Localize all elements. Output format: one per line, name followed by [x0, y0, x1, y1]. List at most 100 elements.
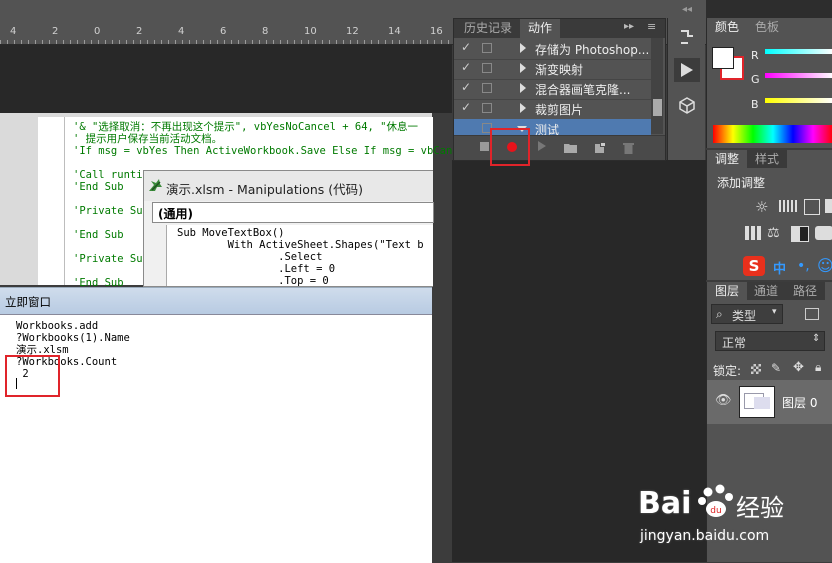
ruler-tick-label: 2: [136, 26, 143, 37]
ruler-tick-label: 8: [262, 26, 269, 37]
checkmark-icon[interactable]: ✓: [461, 40, 471, 54]
sogou-ime-icon[interactable]: S: [743, 256, 765, 276]
collapse-icon[interactable]: ◂◂: [682, 4, 692, 15]
channel-r-label: R: [751, 49, 759, 62]
filter-image-icon[interactable]: [805, 308, 819, 320]
immediate-window[interactable]: Workbooks.add ?Workbooks(1).Name 演示.xlsm ?W…: [0, 314, 432, 563]
new-action-icon[interactable]: [594, 142, 606, 157]
highlight-box-record: [490, 128, 530, 166]
dialog-toggle-icon[interactable]: [482, 43, 492, 53]
ruler-tick-label: 0: [94, 26, 101, 37]
action-item[interactable]: ✓ 渐变映射: [454, 59, 651, 80]
ime-punct-icon[interactable]: •,: [797, 258, 810, 274]
ruler-tick-label: 14: [388, 26, 401, 37]
trash-icon[interactable]: [623, 142, 634, 157]
3d-cube-icon[interactable]: [674, 96, 700, 120]
watermark-brand-cn: 经验: [736, 494, 784, 522]
vba-module-icon: [148, 178, 163, 196]
stop-icon[interactable]: [480, 142, 489, 151]
triangle-right-icon[interactable]: [520, 63, 526, 73]
immediate-line: Workbooks.add: [16, 320, 99, 332]
actions-panel[interactable]: 历史记录 动作 ▸▸ ≡ ✓ 存储为 Photoshop... ✓ 渐变映射 ✓ 混合器画…: [453, 18, 666, 161]
adjustments-heading: 添加调整: [717, 176, 766, 190]
ruler-tick-label: 10: [304, 26, 317, 37]
tab-history[interactable]: 历史记录: [458, 19, 518, 38]
chevron-updown-icon: ⇕: [812, 333, 821, 344]
color-spectrum[interactable]: [713, 125, 832, 143]
object-combo[interactable]: (通用): [152, 202, 434, 223]
lock-move-icon[interactable]: ✥: [793, 360, 804, 375]
actions-play-icon[interactable]: [674, 58, 700, 82]
adjustments-panel[interactable]: 调整 样式 添加调整 ☼ ⚖ S 中 •, ☺: [706, 150, 832, 280]
lock-brush-icon[interactable]: ✎: [771, 361, 781, 375]
action-item-label: 裁剪图片: [535, 103, 584, 117]
folder-icon[interactable]: [564, 142, 577, 156]
code-window-editor[interactable]: Sub MoveTextBox() With ActiveSheet.Shape…: [166, 225, 433, 287]
panel-header-bar: [706, 0, 832, 18]
watermark-url: jingyan.baidu.com: [640, 528, 770, 544]
actions-scrollbar[interactable]: [651, 38, 663, 134]
action-item[interactable]: ✓ 裁剪图片: [454, 99, 651, 120]
ruler-tick-label: 16: [430, 26, 443, 37]
channel-g-slider[interactable]: [765, 73, 832, 78]
foreground-color-swatch[interactable]: [712, 47, 734, 69]
code-line: ' 提示用户保存当前活动文档。: [73, 133, 223, 145]
actions-scrollbar-thumb[interactable]: [653, 99, 662, 116]
checkmark-icon[interactable]: ✓: [461, 80, 471, 94]
layer-filter-select[interactable]: ⌕ 类型 ▾: [711, 304, 783, 324]
dialog-toggle-icon[interactable]: [482, 103, 492, 113]
brightness-icon[interactable]: ☼: [755, 198, 768, 216]
filter-search-icon: ⌕: [716, 307, 723, 321]
color-panel[interactable]: 颜色 色板 R G B: [706, 18, 832, 148]
curves-icon[interactable]: [804, 199, 820, 215]
play-icon[interactable]: [538, 141, 546, 151]
tab-styles[interactable]: 样式: [747, 150, 787, 168]
color-balance-icon[interactable]: ⚖: [767, 225, 780, 241]
dialog-toggle-icon[interactable]: [482, 63, 492, 73]
highlight-box-count: [5, 355, 60, 397]
tab-swatches[interactable]: 色板: [747, 18, 787, 36]
watermark-brand: Bai: [638, 486, 692, 521]
tab-channels[interactable]: 通道: [747, 282, 785, 300]
triangle-right-icon[interactable]: [520, 43, 526, 53]
baidu-jingyan-watermark: Bai du 经验 jingyan.baidu.com: [628, 460, 832, 562]
blend-mode-select[interactable]: 正常 ⇕: [715, 331, 825, 351]
action-item[interactable]: ✓ 混合器画笔克隆...: [454, 79, 651, 100]
code-line: With ActiveSheet.Shapes("Text b: [177, 239, 424, 251]
panel-menu-icon[interactable]: ≡: [647, 20, 656, 33]
tab-paths[interactable]: 路径: [785, 282, 825, 300]
ruler-tick-label: 12: [346, 26, 359, 37]
immediate-window-titlebar[interactable]: 立即窗口: [0, 287, 432, 314]
triangle-right-icon[interactable]: [520, 103, 526, 113]
lock-transparent-icon[interactable]: [751, 364, 761, 374]
visibility-eye-icon[interactable]: 👁︎: [715, 393, 732, 408]
ime-emoji-icon[interactable]: ☺: [817, 256, 832, 275]
tab-color[interactable]: 颜色: [707, 18, 747, 36]
exposure-icon[interactable]: [825, 199, 832, 213]
hue-saturation-icon[interactable]: [745, 226, 761, 240]
code-line: '& "选择取消：不再出现这个提示", vbYesNoCancel + 64, …: [73, 121, 419, 133]
lock-all-icon[interactable]: 🔒︎: [815, 360, 821, 375]
tab-layers[interactable]: 图层: [707, 282, 747, 300]
tab-adjustments[interactable]: 调整: [707, 150, 747, 168]
layer-thumbnail[interactable]: [739, 386, 775, 418]
layer-row[interactable]: 👁︎ 图层 0: [707, 380, 832, 424]
levels-icon[interactable]: [779, 200, 797, 212]
code-window[interactable]: 演示.xlsm - Manipulations (代码) (通用) Sub Mo…: [143, 170, 434, 287]
channel-b-slider[interactable]: [765, 98, 832, 103]
code-window-titlebar[interactable]: 演示.xlsm - Manipulations (代码): [144, 171, 433, 201]
channel-r-slider[interactable]: [765, 49, 832, 54]
checkmark-icon[interactable]: ✓: [461, 60, 471, 74]
ime-chinese-label: 中: [773, 262, 787, 277]
photo-filter-icon[interactable]: [815, 226, 832, 240]
dialog-toggle-icon[interactable]: [482, 83, 492, 93]
code-line: .Left = 0: [177, 263, 336, 275]
paw-logo-icon: du: [696, 480, 736, 523]
panel-expand-icon[interactable]: ▸▸: [624, 21, 634, 32]
triangle-right-icon[interactable]: [520, 83, 526, 93]
checkmark-icon[interactable]: ✓: [461, 100, 471, 114]
history-brush-icon[interactable]: [674, 28, 700, 52]
black-white-icon[interactable]: [791, 226, 809, 242]
tab-actions[interactable]: 动作: [520, 19, 560, 38]
action-item[interactable]: ✓ 存储为 Photoshop...: [454, 39, 651, 60]
